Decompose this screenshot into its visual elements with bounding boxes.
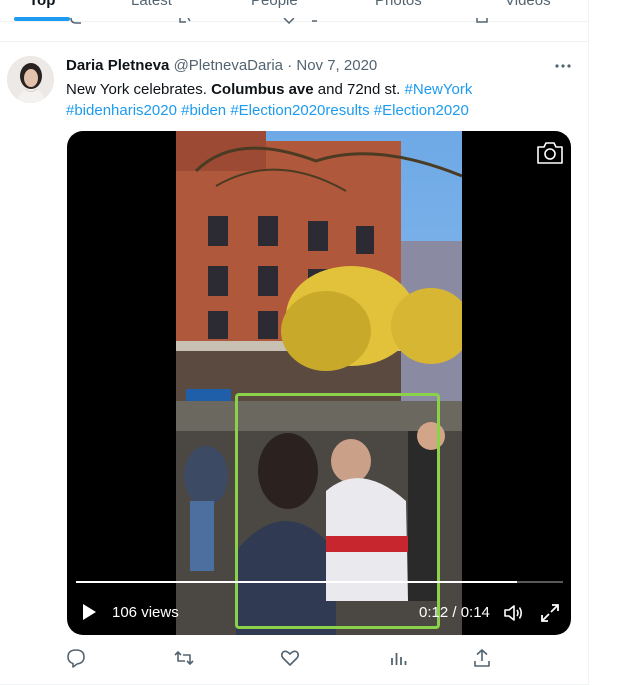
- reply-icon: [67, 649, 85, 668]
- retweet-icon: [174, 651, 194, 665]
- video-progress-fill: [76, 581, 517, 583]
- retweet-button[interactable]: [173, 647, 195, 669]
- tab-videos[interactable]: Videos: [505, 0, 551, 9]
- tweet-divider: [0, 41, 588, 42]
- fullscreen-icon: [541, 604, 559, 622]
- heart-icon: [280, 650, 300, 666]
- reply-button[interactable]: [65, 647, 87, 669]
- tweet-text-bold: Columbus ave: [211, 81, 314, 98]
- volume-button[interactable]: [502, 602, 524, 624]
- avatar-image: [7, 56, 54, 103]
- tab-people[interactable]: People: [251, 0, 298, 9]
- play-icon: [83, 604, 96, 620]
- like-count-remnant: [312, 20, 317, 22]
- post-date[interactable]: Nov 7, 2020: [296, 57, 377, 74]
- fullscreen-button[interactable]: [539, 602, 561, 624]
- video-time: 0:12 / 0:14: [419, 604, 490, 621]
- analytics-icon: [391, 653, 407, 665]
- more-dots-icon: [555, 64, 571, 68]
- tweet-text-part: and 72nd st.: [313, 81, 405, 98]
- video-progress-bar[interactable]: [76, 581, 563, 583]
- volume-icon: [504, 605, 523, 621]
- views-button[interactable]: [388, 647, 410, 669]
- separator-dot: ·: [287, 57, 293, 74]
- tweet-text: New York celebrates. Columbus ave and 72…: [66, 79, 566, 121]
- timeline-column: Top Latest People Photos Videos Daria Pl…: [0, 0, 589, 685]
- share-button[interactable]: [471, 647, 493, 669]
- camera-button[interactable]: [535, 140, 565, 166]
- tab-latest[interactable]: Latest: [131, 0, 172, 9]
- author-handle[interactable]: @PletnevaDaria: [174, 57, 283, 74]
- tab-top[interactable]: Top: [29, 0, 55, 9]
- more-options-button[interactable]: [552, 56, 574, 76]
- video-views: 106 views: [112, 604, 179, 621]
- play-button[interactable]: [79, 601, 99, 623]
- share-icon[interactable]: [476, 18, 488, 24]
- tab-photos[interactable]: Photos: [375, 0, 422, 9]
- video-player[interactable]: 106 views 0:12 / 0:14: [67, 131, 571, 635]
- retweet-icon[interactable]: [178, 18, 192, 24]
- hashtag-link[interactable]: #Election2020: [374, 102, 469, 119]
- highlight-box: [235, 393, 440, 629]
- reply-icon[interactable]: [70, 18, 82, 24]
- heart-icon[interactable]: [283, 18, 295, 24]
- avatar[interactable]: [7, 56, 54, 103]
- tweet-header: Daria Pletneva @PletnevaDaria · Nov 7, 2…: [66, 57, 377, 74]
- hashtag-link[interactable]: #biden: [181, 102, 226, 119]
- like-button[interactable]: [279, 647, 301, 669]
- hashtag-link[interactable]: #Election2020results: [230, 102, 369, 119]
- author-name[interactable]: Daria Pletneva: [66, 57, 169, 74]
- hashtag-link[interactable]: #NewYork: [405, 81, 473, 98]
- hashtag-link[interactable]: #bidenharis2020: [66, 102, 177, 119]
- camera-icon: [537, 142, 563, 164]
- share-icon: [474, 649, 490, 667]
- tweet-text-part: New York celebrates.: [66, 81, 212, 98]
